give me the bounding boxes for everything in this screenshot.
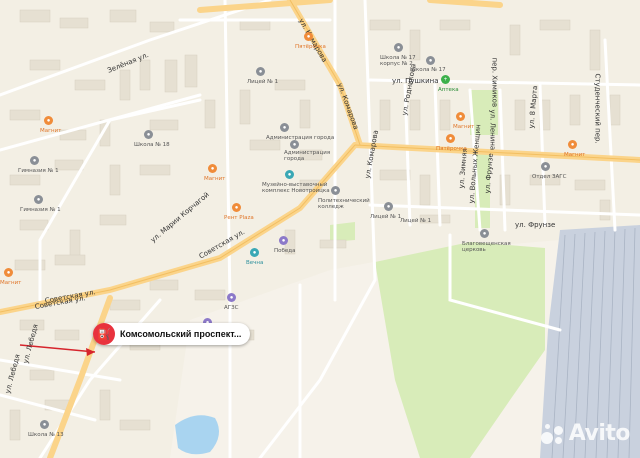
poi-label-shkola-18: Школа № 18 bbox=[134, 142, 170, 148]
shop-icon[interactable]: ● bbox=[568, 140, 577, 149]
shop-icon[interactable]: ● bbox=[446, 134, 455, 143]
poi-label-blagoveshenskaya: Благовещенская церковь bbox=[462, 241, 511, 254]
poi-label-liceum-1b: Лицей № 1 bbox=[370, 214, 402, 220]
callout-label: Комсомольский проспект... bbox=[120, 329, 242, 339]
poi-label-gimnaziya-1a: Гимназия № 1 bbox=[18, 168, 59, 174]
poi-label-pyaterochka-2: Пятёрочка bbox=[436, 146, 467, 152]
street-label-lenina: ул. Ленина bbox=[488, 109, 497, 151]
monument-icon[interactable]: ● bbox=[250, 248, 259, 257]
poi-label-magnit-1: Магнит bbox=[40, 128, 62, 134]
government-icon[interactable]: ● bbox=[290, 140, 299, 149]
poi-label-apteka: Аптека bbox=[438, 87, 459, 93]
poi-label-liceum-1c: Лицей № 1 bbox=[400, 218, 432, 224]
school-icon[interactable]: ● bbox=[144, 130, 153, 139]
poi-label-magnit-4: Магнит bbox=[564, 152, 586, 158]
school-icon[interactable]: ● bbox=[394, 43, 403, 52]
fuel-station-icon: ⛽ bbox=[93, 323, 115, 345]
poi-label-rent-plaza: Рент Plaza bbox=[224, 215, 254, 221]
street-label-pushkina: ул. Пушкина bbox=[392, 77, 439, 85]
shop-icon[interactable]: ● bbox=[456, 112, 465, 121]
cinema-icon[interactable]: ● bbox=[279, 236, 288, 245]
poi-label-azs: АГЗС bbox=[224, 305, 239, 311]
school-icon[interactable]: ● bbox=[30, 156, 39, 165]
shop-icon[interactable]: ● bbox=[304, 32, 313, 41]
government-icon[interactable]: ● bbox=[280, 123, 289, 132]
school-icon[interactable]: ● bbox=[40, 420, 49, 429]
street-label-studencheskiy: Студенческий пер. bbox=[593, 73, 602, 144]
church-icon[interactable]: ● bbox=[480, 229, 489, 238]
poi-label-gimnaziya-1b: Гимназия № 1 bbox=[20, 207, 61, 213]
school-icon[interactable]: ● bbox=[256, 67, 265, 76]
shop-icon[interactable]: ● bbox=[44, 116, 53, 125]
poi-label-vechnyi-ogon: Вечна bbox=[246, 260, 264, 266]
poi-label-magnit-6: Магнит bbox=[0, 280, 22, 286]
school-icon[interactable]: ● bbox=[34, 195, 43, 204]
map-base-layer bbox=[0, 0, 640, 458]
poi-label-shkola-13: Школа № 13 bbox=[28, 432, 64, 438]
poi-label-shkola-17: Школа № 17 bbox=[410, 67, 446, 73]
avito-watermark: Avito bbox=[540, 421, 631, 446]
avito-logo-icon bbox=[540, 423, 565, 444]
shop-icon[interactable]: ● bbox=[232, 203, 241, 212]
museum-icon[interactable]: ● bbox=[285, 170, 294, 179]
poi-label-politechnic: Политехнический колледж bbox=[318, 198, 370, 211]
pharmacy-icon[interactable]: + bbox=[441, 75, 450, 84]
shop-icon[interactable]: ● bbox=[4, 268, 13, 277]
poi-label-shkola-17-korpus: Школа № 17 корпус № 2 bbox=[380, 55, 416, 68]
poi-label-pyaterochka-1: Пятёрочка bbox=[295, 44, 326, 50]
avito-wordmark: Avito bbox=[568, 421, 631, 446]
street-label-khimikov: пер. Химиков bbox=[490, 57, 499, 108]
shop-icon[interactable]: ● bbox=[208, 164, 217, 173]
poi-label-liceum-1: Лицей № 1 bbox=[247, 79, 279, 85]
water-pond bbox=[175, 415, 219, 455]
school-icon[interactable]: ● bbox=[331, 186, 340, 195]
poi-label-otdel-zags: Отдел ЗАГС bbox=[532, 174, 567, 180]
school-icon[interactable]: ● bbox=[426, 56, 435, 65]
poi-label-administration: Администрация города bbox=[266, 135, 335, 141]
poi-label-administration-2: Администрация города bbox=[284, 150, 331, 163]
poi-label-magnit-3: Магнит bbox=[453, 124, 475, 130]
selected-location-callout[interactable]: ⛽ Комсомольский проспект... bbox=[93, 323, 251, 345]
poi-label-magnit-2: Магнит bbox=[204, 176, 226, 182]
poi-label-pobeda: Победа bbox=[274, 248, 296, 254]
gas-station-icon[interactable]: ● bbox=[227, 293, 236, 302]
government-icon[interactable]: ● bbox=[541, 162, 550, 171]
street-label-frunze: ул. Фрунзе bbox=[515, 221, 556, 229]
school-icon[interactable]: ● bbox=[384, 202, 393, 211]
poi-label-museum: Музейно-выставочный комплекс Новотроицка bbox=[262, 182, 330, 195]
map-view[interactable]: Зелёная ул. ул. Комарова ул. Комарова ул… bbox=[0, 0, 640, 458]
